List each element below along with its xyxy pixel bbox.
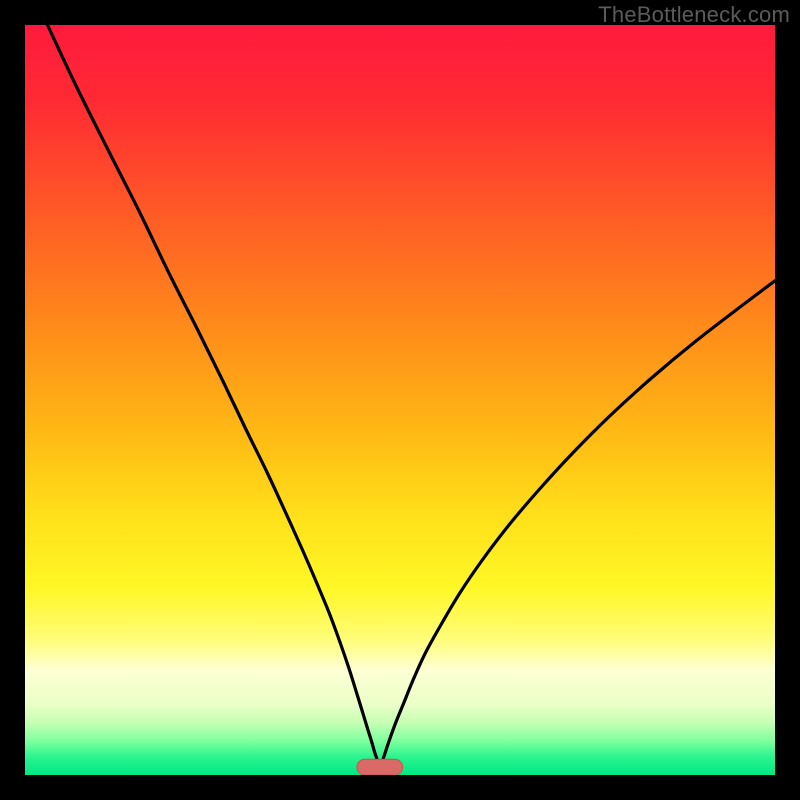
chart-background bbox=[25, 25, 775, 775]
chart-frame: TheBottleneck.com bbox=[0, 0, 800, 800]
bottleneck-marker bbox=[357, 759, 403, 775]
bottleneck-chart bbox=[25, 25, 775, 775]
